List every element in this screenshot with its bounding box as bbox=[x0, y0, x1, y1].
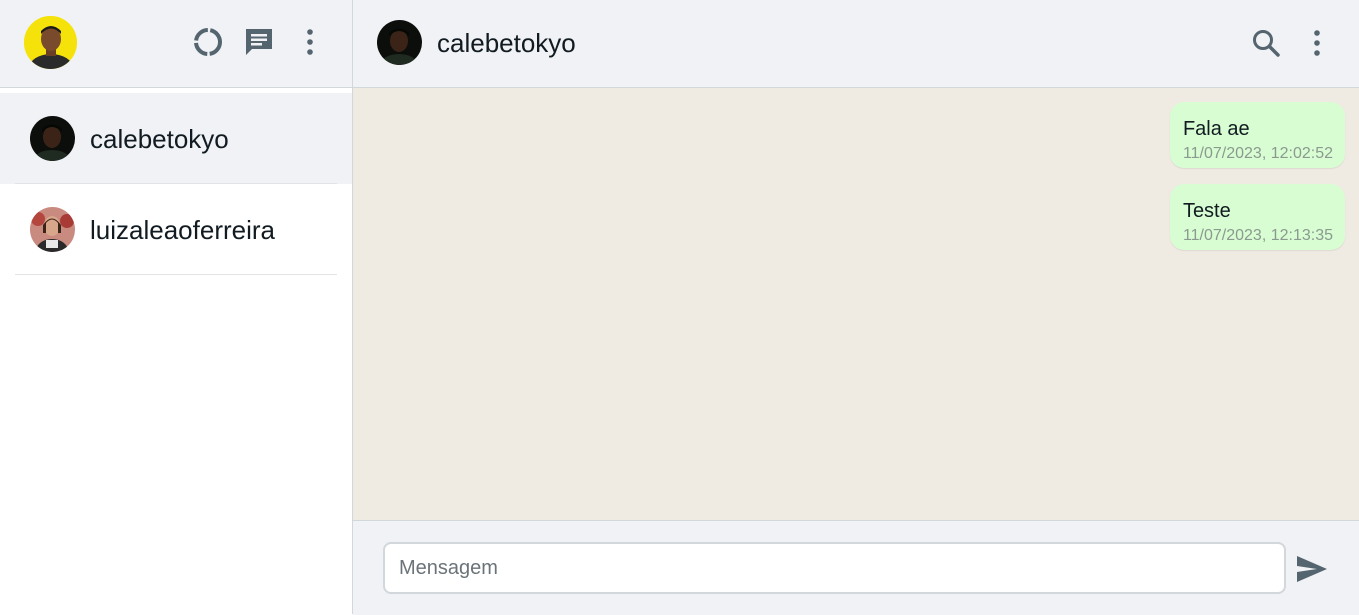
contact-avatar[interactable] bbox=[377, 20, 422, 65]
message-input[interactable] bbox=[383, 542, 1286, 594]
sidebar-header bbox=[0, 0, 352, 88]
menu-icon[interactable] bbox=[1305, 26, 1329, 60]
contact-avatar bbox=[30, 116, 75, 161]
divider bbox=[15, 274, 337, 275]
new-chat-icon[interactable] bbox=[242, 24, 276, 60]
contact-avatar bbox=[30, 207, 75, 252]
outgoing-message[interactable]: Fala ae 11/07/2023, 12:02:52 bbox=[1169, 102, 1345, 168]
chat-name: calebetokyo bbox=[90, 124, 229, 154]
sidebar: calebetokyo luizaleaoferreira bbox=[0, 0, 353, 614]
message-list: Fala ae 11/07/2023, 12:02:52 Teste 11/07… bbox=[353, 88, 1359, 520]
search-icon[interactable] bbox=[1249, 26, 1283, 60]
send-icon[interactable] bbox=[1293, 550, 1331, 588]
chat-list: calebetokyo luizaleaoferreira bbox=[0, 93, 352, 275]
message-timestamp: 11/07/2023, 12:13:35 bbox=[1182, 227, 1333, 244]
menu-icon[interactable] bbox=[293, 24, 327, 60]
contact-name[interactable]: calebetokyo bbox=[437, 28, 576, 59]
my-avatar[interactable] bbox=[24, 16, 77, 69]
status-icon[interactable] bbox=[191, 24, 225, 60]
outgoing-message[interactable]: Teste 11/07/2023, 12:13:35 bbox=[1169, 184, 1345, 250]
conversation-panel: calebetokyo Fala ae 11/07/2023, 12:02:52… bbox=[353, 0, 1359, 615]
message-timestamp: 11/07/2023, 12:02:52 bbox=[1182, 145, 1333, 162]
message-text: Teste bbox=[1182, 200, 1231, 222]
chat-name: luizaleaoferreira bbox=[90, 215, 275, 245]
chat-list-item[interactable]: calebetokyo bbox=[0, 93, 352, 184]
message-text: Fala ae bbox=[1182, 118, 1250, 140]
chat-list-item[interactable]: luizaleaoferreira bbox=[0, 184, 352, 275]
conversation-header: calebetokyo bbox=[353, 0, 1359, 88]
message-composer bbox=[353, 520, 1359, 615]
